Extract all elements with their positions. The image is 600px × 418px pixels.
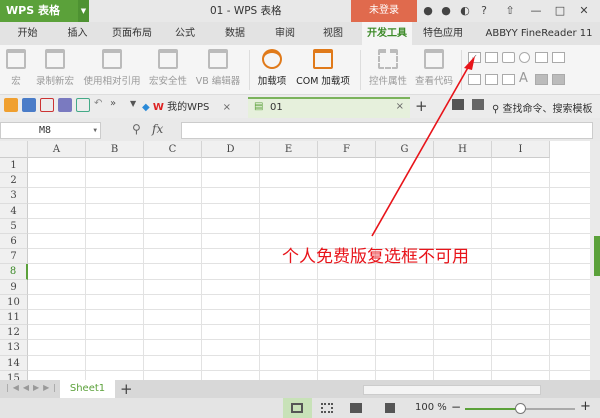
annotation-arrow (371, 56, 475, 237)
annotation-text: 个人免费版复选框不可用 (282, 247, 469, 267)
arrow-line (371, 63, 471, 237)
arrow-head (464, 56, 475, 70)
